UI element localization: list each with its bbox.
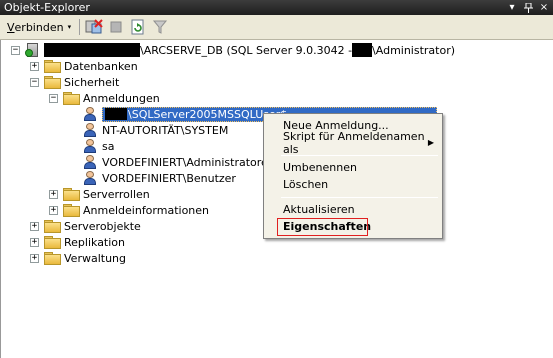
tree-node-label-suffix: \Administrator) xyxy=(372,43,456,57)
tree-node-server-roles[interactable]: Serverrollen xyxy=(63,186,150,202)
tree-node-label: Datenbanken xyxy=(64,59,138,73)
tree-node-label: Verwaltung xyxy=(64,251,126,265)
tree-node-label: Sicherheit xyxy=(64,75,120,89)
folder-icon xyxy=(44,252,61,265)
disconnect-icon[interactable] xyxy=(85,18,103,36)
folder-icon xyxy=(44,236,61,249)
tree-node-label: NT-AUTORITÄT\SYSTEM xyxy=(102,123,229,137)
login-user-icon xyxy=(83,154,99,170)
tree-node-login-administrators[interactable]: VORDEFINIERT\Administratoren xyxy=(83,154,275,170)
login-user-icon xyxy=(83,122,99,138)
tree-node-login-users[interactable]: VORDEFINIERT\Benutzer xyxy=(83,170,236,186)
tree-node-label: \ARCSERVE_DB (SQL Server 9.0.3042 - xyxy=(140,43,353,57)
tree-node-server[interactable]: \ARCSERVE_DB (SQL Server 9.0.3042 - \Adm… xyxy=(25,42,455,58)
tree-expander-server-roles[interactable]: + xyxy=(49,190,58,199)
menu-item-rename[interactable]: Umbenennen xyxy=(266,159,440,176)
tree-expander-replication[interactable]: + xyxy=(30,238,39,247)
menu-item-label: Skript für Anmeldenamen als xyxy=(283,129,425,156)
chevron-down-icon: ▾ xyxy=(67,23,72,31)
connect-label-rest: erbinden xyxy=(14,20,64,34)
tree-node-label: Anmeldungen xyxy=(83,91,160,105)
tree-expander-databases[interactable]: + xyxy=(30,62,39,71)
tree-node-label: VORDEFINIERT\Benutzer xyxy=(102,171,236,185)
tree-node-label: Anmeldeinformationen xyxy=(83,203,210,217)
toolbar-separator xyxy=(79,19,81,35)
tree-node-login-system[interactable]: NT-AUTORITÄT\SYSTEM xyxy=(83,122,228,138)
pin-icon[interactable] xyxy=(521,1,535,15)
tree-expander-credentials[interactable]: + xyxy=(49,206,58,215)
login-user-icon xyxy=(83,170,99,186)
connect-hotkey: V xyxy=(7,20,15,34)
tree-node-security[interactable]: Sicherheit xyxy=(44,74,119,90)
tree-expander-security[interactable]: − xyxy=(30,78,39,87)
tree-expander-logins[interactable]: − xyxy=(49,94,58,103)
tree-expander-server-objects[interactable]: + xyxy=(30,222,39,231)
filter-icon[interactable] xyxy=(151,18,169,36)
tree-node-logins[interactable]: Anmeldungen xyxy=(63,90,160,106)
menu-item-delete[interactable]: Löschen xyxy=(266,176,440,193)
tree-node-label: Serverrollen xyxy=(83,187,150,201)
dropdown-arrow-icon[interactable]: ▾ xyxy=(505,1,519,15)
tree-node-databases[interactable]: Datenbanken xyxy=(44,58,138,74)
tree-node-credentials[interactable]: Anmeldeinformationen xyxy=(63,202,209,218)
folder-icon xyxy=(63,92,80,105)
folder-icon xyxy=(63,188,80,201)
redacted-server-name xyxy=(44,43,140,57)
tree-node-label: Serverobjekte xyxy=(64,219,141,233)
tree-node-label: sa xyxy=(102,139,115,153)
menu-item-label: Löschen xyxy=(283,178,329,191)
tree-node-replication[interactable]: Replikation xyxy=(44,234,125,250)
stop-icon[interactable] xyxy=(107,18,125,36)
close-icon[interactable]: × xyxy=(537,1,551,15)
folder-icon xyxy=(63,204,80,217)
folder-icon xyxy=(44,220,61,233)
tree-node-server-objects[interactable]: Serverobjekte xyxy=(44,218,141,234)
tree-node-login-sa[interactable]: sa xyxy=(83,138,114,154)
menu-item-label: Umbenennen xyxy=(283,161,357,174)
tree-expander-root[interactable]: − xyxy=(11,46,20,55)
tree-expander-management[interactable]: + xyxy=(30,254,39,263)
login-user-icon xyxy=(83,106,99,122)
properties-highlight-box xyxy=(277,218,368,236)
menu-item-script-login-as[interactable]: Skript für Anmeldenamen als ▶ xyxy=(266,130,440,156)
menu-separator xyxy=(281,197,438,198)
panel-title-bar: Objekt-Explorer ▾ × xyxy=(0,0,553,15)
tree-node-label: Replikation xyxy=(64,235,125,249)
panel-title: Objekt-Explorer xyxy=(4,1,90,14)
redacted-login-prefix xyxy=(105,108,127,120)
tree-node-management[interactable]: Verwaltung xyxy=(44,250,126,266)
menu-separator xyxy=(281,155,438,156)
login-user-icon xyxy=(83,138,99,154)
login-context-menu: Neue Anmeldung... Skript für Anmeldename… xyxy=(263,113,443,239)
refresh-icon[interactable] xyxy=(129,18,147,36)
menu-item-refresh[interactable]: Aktualisieren xyxy=(266,201,440,218)
menu-item-label: Aktualisieren xyxy=(283,203,355,216)
submenu-arrow-icon: ▶ xyxy=(427,138,434,147)
folder-icon xyxy=(44,60,61,73)
server-connected-icon xyxy=(25,42,41,58)
tree-node-label: VORDEFINIERT\Administratoren xyxy=(102,155,275,169)
folder-icon xyxy=(44,76,61,89)
redacted-user-name xyxy=(352,43,373,57)
object-explorer-toolbar: Verbinden ▾ xyxy=(0,15,553,40)
connect-button[interactable]: Verbinden ▾ xyxy=(4,18,74,36)
